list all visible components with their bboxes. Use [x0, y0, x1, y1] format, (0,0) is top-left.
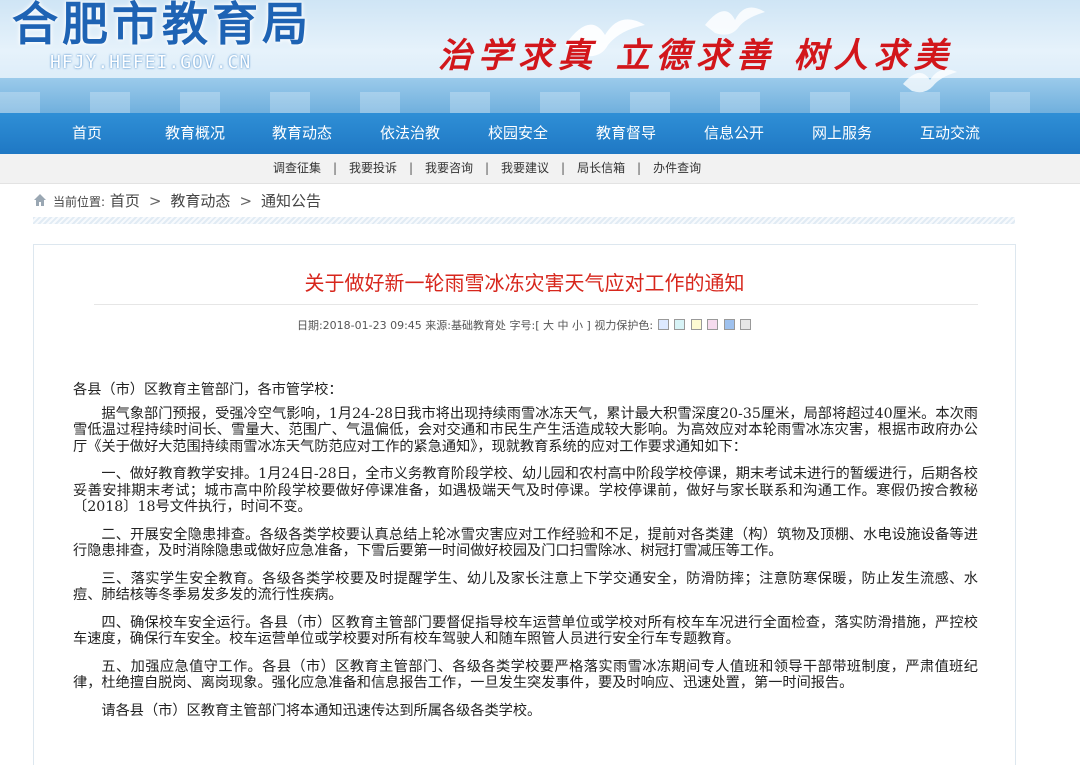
site-title[interactable]: 合肥市教育局: [12, 0, 312, 54]
meta-source: 基础教育处: [451, 319, 507, 332]
font-size-medium[interactable]: 中: [558, 319, 569, 332]
subnav-suggest[interactable]: 我要建议: [501, 161, 549, 175]
article-body: 各县（市）区教育主管部门，各市管学校： 据气象部门预报，受强冷空气影响，1月24…: [73, 382, 978, 730]
nav-item-disclosure[interactable]: 信息公开: [684, 113, 784, 154]
breadcrumb-notices[interactable]: 通知公告: [261, 192, 321, 210]
sub-nav: 调查征集 | 我要投诉 | 我要咨询 | 我要建议 | 局长信箱 | 办件查询: [0, 154, 1080, 184]
subnav-complaint[interactable]: 我要投诉: [349, 161, 397, 175]
subnav-separator: |: [637, 161, 642, 175]
article-paragraph: 请各县（市）区教育主管部门将本通知迅速传达到所属各级各类学校。: [101, 702, 542, 719]
eye-color-swatch-5[interactable]: [723, 319, 735, 330]
breadcrumb-label: 当前位置:: [53, 195, 106, 209]
font-bracket-open: [: [535, 319, 540, 332]
nav-item-news[interactable]: 教育动态: [252, 113, 352, 154]
breadcrumb-arrow: >: [148, 192, 162, 210]
nav-item-supervision[interactable]: 教育督导: [576, 113, 676, 154]
site-slogan: 治学求真 立德求善 树人求美: [438, 36, 954, 76]
nav-item-law[interactable]: 依法治教: [360, 113, 460, 154]
nav-item-interaction[interactable]: 互动交流: [900, 113, 1000, 154]
article-meta: 日期:2018-01-23 09:45 来源:基础教育处 字号:[ 大 中 小 …: [34, 317, 1015, 333]
eye-color-swatch-3[interactable]: [690, 319, 702, 330]
main-nav: 首页 教育概况 教育动态 依法治教 校园安全 教育督导 信息公开 网上服务 互动…: [0, 113, 1080, 154]
nav-item-safety[interactable]: 校园安全: [468, 113, 568, 154]
subnav-survey[interactable]: 调查征集: [273, 161, 321, 175]
subnav-separator: |: [485, 161, 490, 175]
meta-source-label: 来源:: [425, 319, 452, 332]
article-paragraph: 二、开展安全隐患排查。各级各类学校要认真总结上轮冰雪灾害应对工作经验和不足，提前…: [73, 526, 978, 560]
meta-date: 2018-01-23 09:45: [322, 319, 422, 332]
article-paragraph: 四、确保校车安全运行。各县（市）区教育主管部门要督促指导校车运营单位或学校对所有…: [73, 614, 978, 648]
subnav-consult[interactable]: 我要咨询: [425, 161, 473, 175]
article-paragraph: 五、加强应急值守工作。各县（市）区教育主管部门、各级各类学校要严格落实雨雪冰冻期…: [73, 658, 978, 692]
eye-color-swatch-4[interactable]: [707, 319, 719, 330]
subnav-separator: |: [409, 161, 414, 175]
article-title: 关于做好新一轮雨雪冰冻灾害天气应对工作的通知: [304, 271, 745, 295]
divider-stripe: [33, 217, 1015, 224]
meta-font-label: 字号:: [509, 319, 536, 332]
subnav-director-mailbox[interactable]: 局长信箱: [577, 161, 625, 175]
article-paragraph: 一、做好教育教学安排。1月24日-28日，全市义务教育阶段学校、幼儿园和农村高中…: [73, 466, 978, 515]
eye-color-swatch-2[interactable]: [674, 319, 686, 330]
subnav-separator: |: [561, 161, 566, 175]
subnav-case-query[interactable]: 办件查询: [653, 161, 701, 175]
nav-item-online-service[interactable]: 网上服务: [792, 113, 892, 154]
eye-color-swatch-1[interactable]: [657, 319, 669, 330]
site-banner: 合肥市教育局 HFJY.HEFEI.GOV.CN 治学求真 立德求善 树人求美: [0, 0, 1080, 113]
article-paragraph: 三、落实学生安全教育。各级各类学校要及时提醒学生、幼儿及家长注意上下学交通安全，…: [73, 570, 978, 604]
breadcrumb-news[interactable]: 教育动态: [170, 192, 230, 210]
font-size-large[interactable]: 大: [543, 319, 554, 332]
meta-eye-label: 视力保护色:: [594, 319, 654, 332]
font-size-small[interactable]: 小: [572, 319, 583, 332]
font-bracket-close: ]: [586, 319, 591, 332]
article-greeting: 各县（市）区教育主管部门，各市管学校：: [73, 382, 343, 398]
nav-item-overview[interactable]: 教育概况: [145, 113, 245, 154]
eye-color-swatch-6[interactable]: [740, 319, 752, 330]
site-url: HFJY.HEFEI.GOV.CN: [50, 52, 252, 73]
breadcrumb-arrow: >: [239, 192, 253, 210]
subnav-separator: |: [332, 161, 338, 175]
breadcrumb-home[interactable]: 首页: [110, 192, 140, 210]
breadcrumb: 当前位置: 首页 > 教育动态 > 通知公告: [33, 190, 321, 212]
article-paragraph: 据气象部门预报，受强冷空气影响，1月24-28日我市将出现持续雨雪冰冻天气，累计…: [73, 405, 978, 455]
home-icon: [34, 194, 46, 206]
nav-item-home[interactable]: 首页: [37, 113, 137, 154]
title-divider: [94, 304, 978, 305]
meta-date-label: 日期:: [296, 319, 323, 332]
